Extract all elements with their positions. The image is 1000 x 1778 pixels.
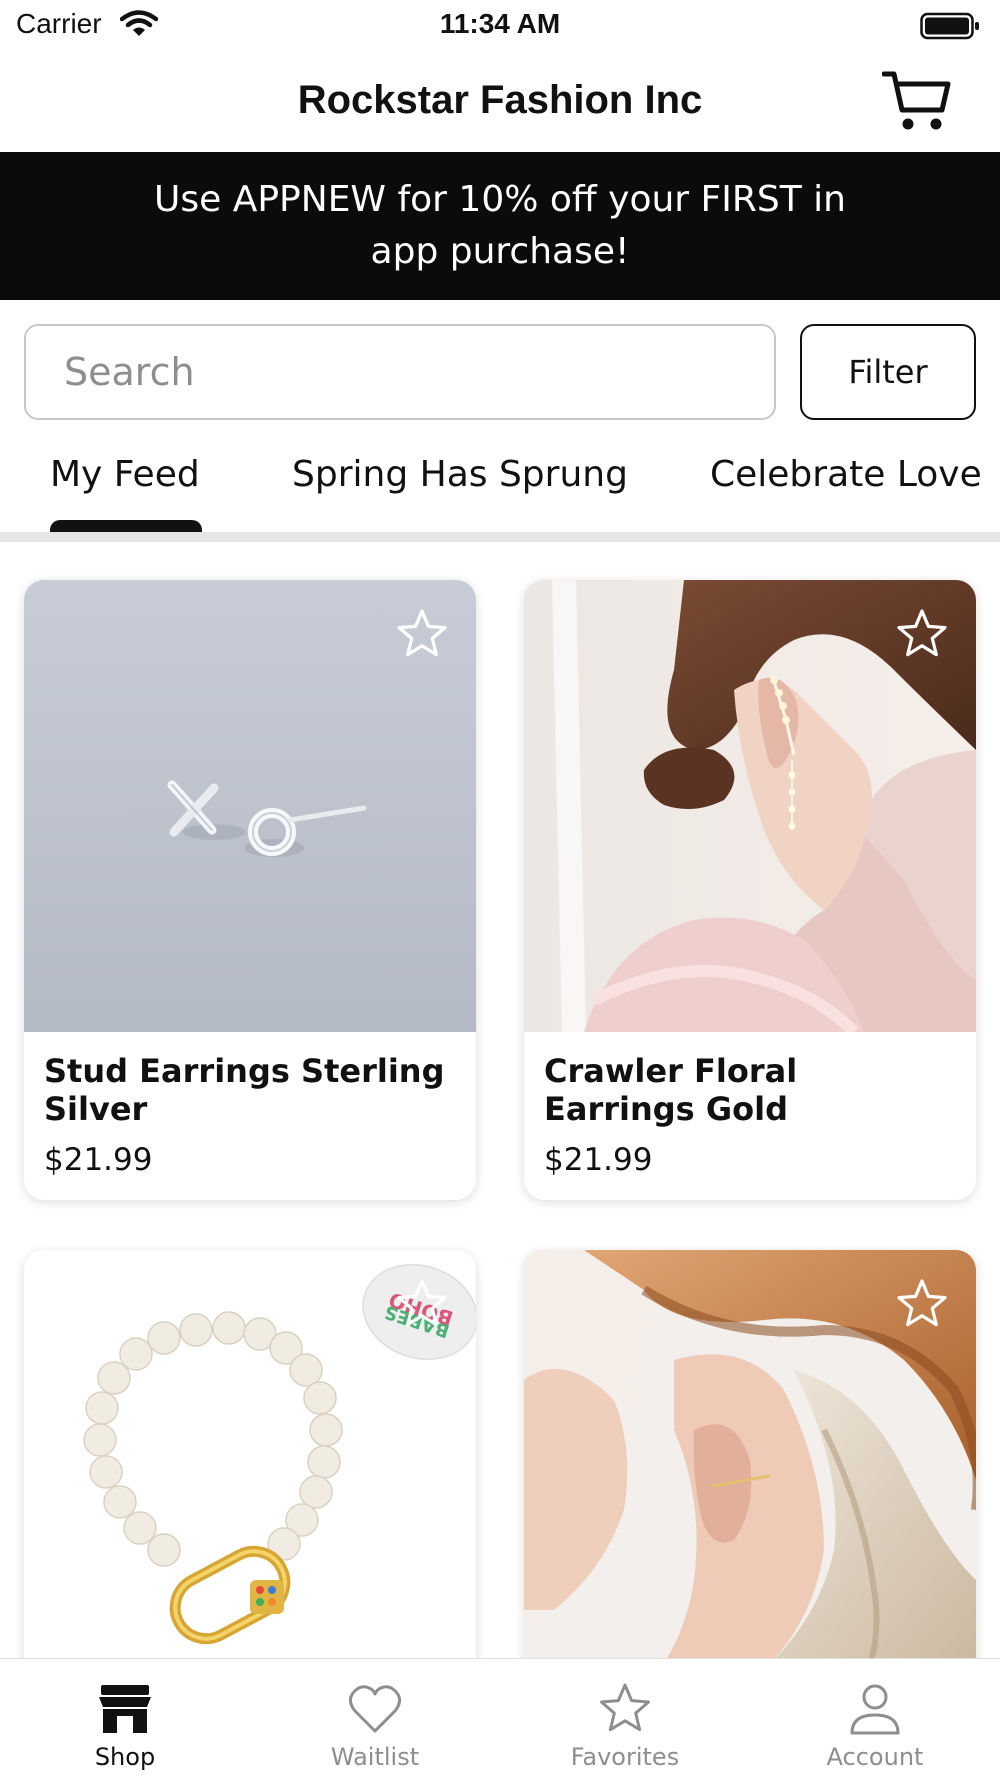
filter-button[interactable]: Filter	[800, 324, 976, 420]
tab-waitlist-label: Waitlist	[330, 1743, 420, 1771]
cart-button[interactable]	[881, 68, 954, 136]
tab-account[interactable]: Account	[750, 1659, 1000, 1778]
star-icon	[397, 609, 447, 657]
product-card[interactable]: Crawler Floral Earrings Gold $21.99	[524, 580, 976, 1200]
category-tabs: My Feed Spring Has Sprung Celebrate Love	[0, 444, 1000, 542]
cart-icon	[881, 71, 951, 130]
product-price: $21.99	[544, 1142, 653, 1178]
store-title: Rockstar Fashion Inc	[297, 78, 703, 122]
tab-my-feed[interactable]: My Feed	[50, 454, 200, 495]
search-field[interactable]	[24, 324, 776, 420]
star-icon	[600, 1683, 650, 1732]
favorite-button[interactable]	[396, 608, 448, 660]
product-image[interactable]	[24, 580, 476, 1032]
product-info: Stud Earrings Sterling Silver $21.99	[24, 1032, 476, 1178]
app-screen: Carrier 11:34 AM Rockstar Fashion Inc Us…	[0, 0, 1000, 1778]
star-icon	[397, 1279, 447, 1327]
storefront-icon	[99, 1685, 151, 1733]
search-input[interactable]	[26, 326, 774, 418]
status-bar: Carrier 11:34 AM	[0, 0, 1000, 52]
favorite-button[interactable]	[896, 608, 948, 660]
product-info: Crawler Floral Earrings Gold $21.99	[524, 1032, 976, 1178]
product-image[interactable]: BOHO BABES	[24, 1250, 476, 1702]
battery-icon	[920, 12, 980, 44]
promo-text: Use APPNEW for 10% off your FIRST in app…	[154, 179, 846, 272]
status-time: 11:34 AM	[439, 8, 561, 39]
tab-shop-label: Shop	[94, 1743, 156, 1771]
person-icon	[850, 1684, 900, 1735]
product-name: Stud Earrings Sterling Silver	[44, 1052, 445, 1128]
tab-favorites-label: Favorites	[570, 1743, 680, 1771]
bottom-tab-bar: Shop Waitlist Favorites Account	[0, 1658, 1000, 1778]
tabs-divider	[0, 532, 1000, 542]
promo-banner: Use APPNEW for 10% off your FIRST in app…	[0, 152, 1000, 300]
favorite-button[interactable]	[896, 1278, 948, 1330]
star-icon	[897, 609, 947, 657]
navigation-bar: Rockstar Fashion Inc	[0, 52, 1000, 152]
tab-shop[interactable]: Shop	[0, 1659, 250, 1778]
heart-icon	[348, 1685, 402, 1733]
tab-spring-has-sprung[interactable]: Spring Has Sprung	[292, 454, 628, 495]
tab-celebrate-love[interactable]: Celebrate Love	[710, 454, 982, 495]
tab-favorites[interactable]: Favorites	[500, 1659, 750, 1778]
product-image[interactable]	[524, 1250, 976, 1702]
product-name: Crawler Floral Earrings Gold	[544, 1052, 798, 1128]
product-price: $21.99	[44, 1142, 153, 1178]
tab-waitlist[interactable]: Waitlist	[250, 1659, 500, 1778]
tab-account-label: Account	[826, 1743, 924, 1771]
star-icon	[897, 1279, 947, 1327]
favorite-button[interactable]	[396, 1278, 448, 1330]
product-image[interactable]	[524, 580, 976, 1032]
product-card[interactable]: Stud Earrings Sterling Silver $21.99	[24, 580, 476, 1200]
